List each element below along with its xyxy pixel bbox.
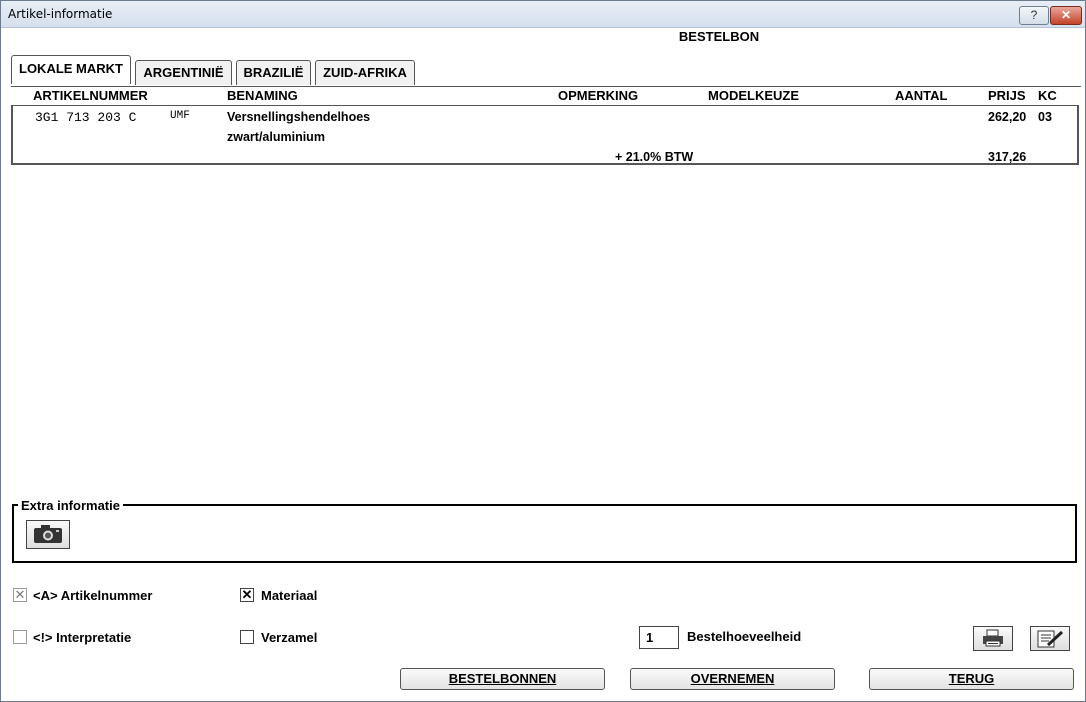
prijs-value: 262,20 (988, 110, 1027, 124)
col-opmerking: OPMERKING (558, 88, 639, 103)
document-title: BESTELBON (678, 29, 760, 44)
camera-icon (34, 525, 62, 543)
verzamel-option-label: Verzamel (261, 630, 318, 645)
window: Artikel-informatie ? ✕ BESTELBON LOKALE … (0, 0, 1086, 702)
col-benaming: BENAMING (227, 88, 298, 103)
materiaal-checkbox[interactable]: ✕ (240, 588, 254, 602)
interpretatie-checkbox[interactable] (13, 630, 27, 644)
kc-value: 03 (1038, 110, 1052, 124)
benaming-line2: zwart/aluminium (227, 130, 325, 144)
bestelbonnen-button[interactable]: BESTELBONNEN (400, 668, 605, 690)
help-button[interactable]: ? (1019, 6, 1049, 25)
tab-divider (11, 86, 1081, 87)
benaming-line1: Versnellingshendelhoes (227, 110, 371, 124)
materiaal-option-label: Materiaal (261, 588, 318, 603)
btw-label: + 21.0% BTW (615, 150, 694, 164)
artikelnummer-checkbox[interactable]: ✕ (13, 588, 27, 602)
window-title: Artikel-informatie (8, 7, 113, 21)
artikelnummer-value: 3G1 713 203 C (35, 110, 137, 125)
tab-lokale-markt[interactable]: LOKALE MARKT (11, 55, 131, 84)
artikel-suffix: UMF (170, 110, 190, 122)
col-artikelnummer: ARTIKELNUMMER (33, 88, 148, 103)
tab-brazilie[interactable]: BRAZILIË (236, 60, 311, 85)
col-modelkeuze: MODELKEUZE (708, 88, 799, 103)
quantity-input[interactable]: 1 (639, 626, 679, 649)
col-aantal: AANTAL (895, 88, 948, 103)
printer-icon (983, 629, 1003, 647)
interpretatie-option-label: <!> Interpretatie (33, 630, 132, 645)
tab-argentinie[interactable]: ARGENTINIË (135, 60, 232, 85)
col-kc: KC (1038, 88, 1057, 103)
col-prijs: PRIJS (988, 88, 1026, 103)
table-row[interactable]: 3G1 713 203 C UMF Versnellingshendelhoes… (11, 105, 1079, 165)
artikelnummer-option-label: <A> Artikelnummer (33, 588, 153, 603)
extra-info-label: Extra informatie (18, 498, 123, 513)
close-button[interactable]: ✕ (1050, 6, 1082, 25)
tab-zuid-afrika[interactable]: ZUID-AFRIKA (315, 60, 415, 85)
camera-button[interactable] (26, 520, 70, 549)
prijs-btw-value: 317,26 (988, 150, 1027, 164)
edit-button[interactable] (1030, 626, 1070, 651)
extra-info-group (12, 504, 1077, 563)
edit-icon (1037, 630, 1064, 648)
verzamel-checkbox[interactable] (240, 630, 254, 644)
print-button[interactable] (973, 626, 1013, 651)
quantity-label: Bestelhoeveelheid (687, 629, 802, 644)
terug-button[interactable]: TERUG (869, 668, 1074, 690)
overnemen-button[interactable]: OVERNEMEN (630, 668, 835, 690)
title-bar: Artikel-informatie ? ✕ (1, 1, 1085, 28)
